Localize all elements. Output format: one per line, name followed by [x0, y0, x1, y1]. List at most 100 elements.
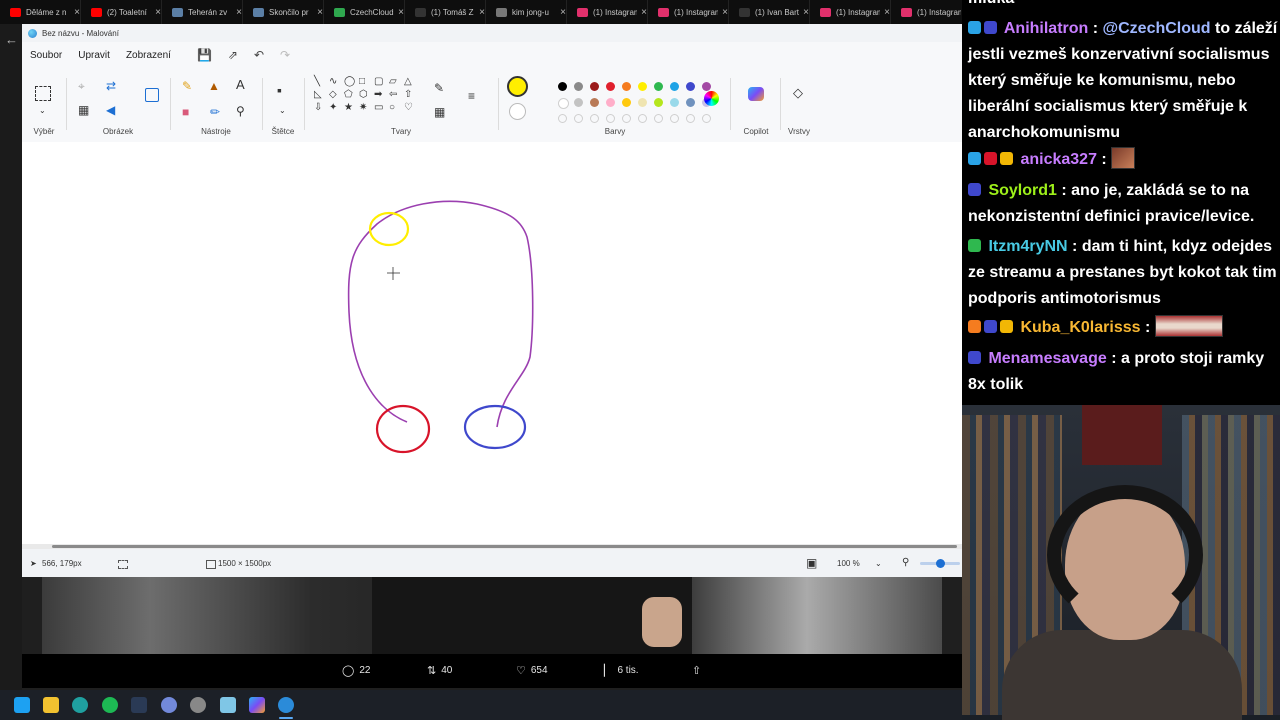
color-swatch[interactable]	[558, 114, 567, 123]
browser-tab[interactable]: (1) Instagram×	[567, 0, 648, 24]
browser-tab[interactable]: Skončilo pr ×	[243, 0, 324, 24]
color-swatch[interactable]	[622, 98, 631, 107]
browser-tab[interactable]: (1) Instagram×	[810, 0, 891, 24]
zoom-out-icon[interactable]: ⚲	[902, 557, 909, 568]
select-rectangle-icon[interactable]	[35, 86, 51, 101]
color-swatch[interactable]	[558, 82, 567, 91]
menu-view[interactable]: Zobrazení	[118, 50, 179, 61]
close-icon[interactable]: ×	[155, 7, 161, 18]
color-swatch[interactable]	[574, 98, 583, 107]
close-icon[interactable]: ×	[560, 7, 566, 18]
shape-option-icon[interactable]: ∿	[329, 76, 337, 87]
shape-option-icon[interactable]: ♡	[404, 102, 413, 113]
color-swatch[interactable]	[606, 114, 615, 123]
chat-mention[interactable]: @CzechCloud	[1103, 20, 1211, 37]
color-swatch[interactable]	[590, 82, 599, 91]
shape-option-icon[interactable]: ○	[389, 102, 395, 113]
zoom-slider[interactable]	[920, 559, 960, 568]
scrollbar-thumb[interactable]	[52, 545, 957, 548]
chevron-down-icon[interactable]: ⌄	[39, 105, 46, 117]
color-swatch[interactable]	[654, 114, 663, 123]
chevron-down-icon[interactable]: ⌄	[279, 105, 286, 117]
paint-canvas[interactable]	[22, 142, 962, 544]
paint-taskbar-icon[interactable]	[278, 697, 294, 713]
color-swatch[interactable]	[590, 114, 599, 123]
copilot-taskbar-icon[interactable]	[249, 697, 265, 713]
color-swatch[interactable]	[654, 82, 663, 91]
color-swatch[interactable]	[574, 114, 583, 123]
brush-icon[interactable]: ▪	[277, 83, 282, 97]
crop-icon[interactable]: ⌖	[78, 80, 85, 92]
browser-tab[interactable]: CzechCloud ×	[324, 0, 405, 24]
chat-username[interactable]: Menamesavage	[988, 350, 1106, 367]
close-icon[interactable]: ×	[479, 7, 485, 18]
close-icon[interactable]: ×	[641, 7, 647, 18]
shape-option-icon[interactable]: ⬠	[344, 89, 353, 100]
color-swatch[interactable]	[638, 82, 647, 91]
color-swatch[interactable]	[638, 98, 647, 107]
shape-option-icon[interactable]: ⇩	[314, 102, 322, 113]
chat-username[interactable]: anicka327	[1020, 151, 1097, 168]
color-swatch[interactable]	[638, 114, 647, 123]
fill-icon[interactable]: ▲	[208, 80, 220, 92]
spotify-icon[interactable]	[102, 697, 118, 713]
share-button[interactable]: ⇧	[692, 664, 706, 677]
edge-icon[interactable]	[72, 697, 88, 713]
chevron-down-icon[interactable]: ⌄	[875, 559, 882, 568]
video-player[interactable]	[42, 577, 942, 654]
color-swatch[interactable]	[670, 82, 679, 91]
file-explorer-icon[interactable]	[43, 697, 59, 713]
color-swatch[interactable]	[606, 98, 615, 107]
shape-option-icon[interactable]: ⬡	[359, 89, 368, 100]
color-swatch[interactable]	[686, 82, 695, 91]
zoom-slider-thumb[interactable]	[936, 559, 945, 568]
redo-icon[interactable]: ↷	[272, 48, 298, 62]
share-icon[interactable]: ⇗	[220, 48, 246, 62]
close-icon[interactable]: ×	[884, 7, 890, 18]
shape-fill-icon[interactable]: ▦	[434, 106, 445, 118]
color-swatch[interactable]	[670, 114, 679, 123]
shape-option-icon[interactable]: ▱	[389, 76, 397, 87]
shape-option-icon[interactable]: ⇧	[404, 89, 412, 100]
shape-option-icon[interactable]: ✦	[329, 102, 337, 113]
color-swatch[interactable]	[622, 82, 631, 91]
views-button[interactable]: ▏ 6 tis.	[604, 664, 639, 677]
color-swatch[interactable]	[574, 82, 583, 91]
browser-tab[interactable]: (1) Ivan Bart ×	[729, 0, 810, 24]
browser-tab[interactable]: (1) Instagram×	[648, 0, 729, 24]
shape-option-icon[interactable]: ➡	[374, 89, 382, 100]
chat-username[interactable]: Itzm4ryNN	[988, 238, 1067, 255]
shape-option-icon[interactable]: ╲	[314, 76, 320, 87]
discord-icon[interactable]	[161, 697, 177, 713]
pencil-icon[interactable]: ✎	[182, 80, 192, 92]
shape-option-icon[interactable]: ✷	[359, 102, 367, 113]
color-swatch[interactable]	[702, 82, 711, 91]
color-swatch[interactable]	[622, 114, 631, 123]
browser-tab[interactable]: (1) Tomáš Z ×	[405, 0, 486, 24]
secondary-color-swatch[interactable]	[509, 103, 526, 120]
close-icon[interactable]: ×	[317, 7, 323, 18]
chat-username[interactable]: Anihilatron	[1004, 20, 1088, 37]
close-icon[interactable]: ×	[236, 7, 242, 18]
fit-to-window-icon[interactable]: ▣	[806, 556, 817, 570]
remove-background-icon[interactable]: ▦	[78, 104, 89, 116]
obs-icon[interactable]	[190, 697, 206, 713]
color-swatch[interactable]	[686, 114, 695, 123]
outline-icon[interactable]: ✎	[434, 82, 444, 94]
browser-tab[interactable]: (2) Toaletní ×	[81, 0, 162, 24]
shape-option-icon[interactable]: ▭	[374, 102, 383, 113]
notepad-icon[interactable]	[220, 697, 236, 713]
shape-option-icon[interactable]: △	[404, 76, 412, 87]
chat-username[interactable]: Soylord1	[988, 182, 1056, 199]
close-icon[interactable]: ×	[722, 7, 728, 18]
shape-option-icon[interactable]: □	[359, 76, 365, 87]
text-icon[interactable]: A	[236, 78, 245, 91]
color-swatch[interactable]	[606, 82, 615, 91]
zoom-level[interactable]: 100 %	[837, 559, 860, 568]
color-swatch[interactable]	[702, 114, 711, 123]
windows-start-icon[interactable]	[14, 697, 30, 713]
undo-icon[interactable]: ↶	[246, 48, 272, 62]
eraser-icon[interactable]: ■	[182, 106, 189, 118]
close-icon[interactable]: ×	[803, 7, 809, 18]
shape-option-icon[interactable]: ◯	[344, 76, 355, 87]
